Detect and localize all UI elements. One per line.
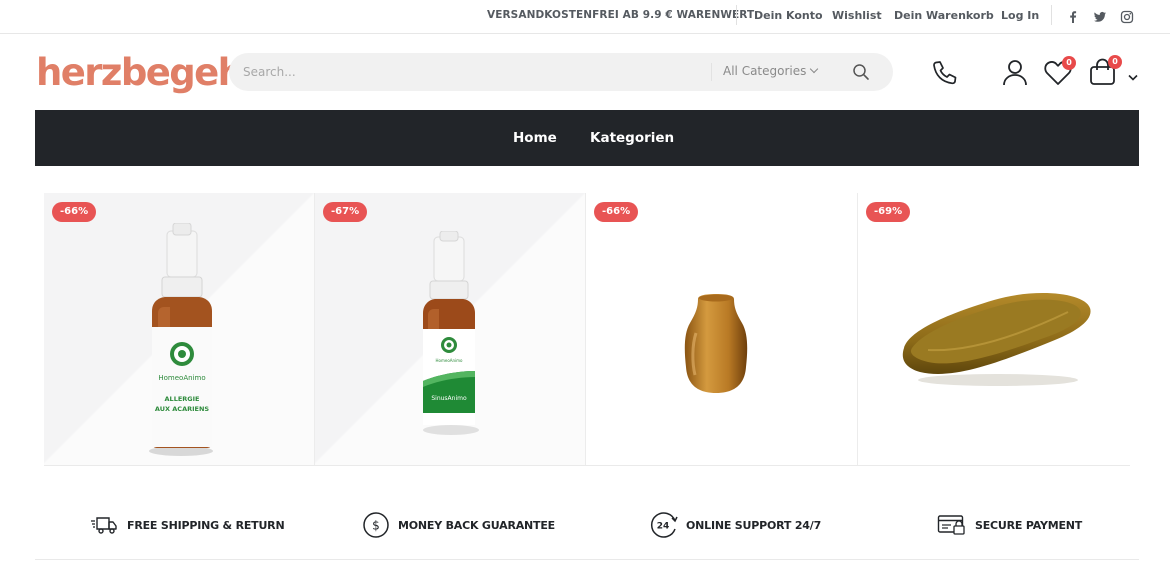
discount-badge: -66% — [594, 202, 639, 222]
main-nav: Home Kategorien — [35, 110, 1139, 166]
feature-label: SECURE PAYMENT — [975, 518, 1083, 532]
divider — [711, 63, 712, 81]
product-label-line: ALLERGIE — [165, 395, 200, 403]
feature-label: MONEY BACK GUARANTEE — [398, 518, 555, 532]
feature-item: FREE SHIPPING & RETURN — [91, 512, 285, 538]
dollar-icon: $ — [363, 512, 389, 538]
search-input[interactable] — [243, 62, 693, 82]
search-bar: All Categories — [229, 53, 893, 91]
search-icon[interactable] — [851, 62, 871, 82]
product-label-name: SinusAnimo — [431, 395, 467, 402]
product-card[interactable]: -69% — [858, 193, 1130, 465]
top-bar: VERSANDKOSTENFREI AB 9.9 € WARENWERT Dei… — [0, 0, 1170, 34]
feature-item: 24 ONLINE SUPPORT 24/7 — [650, 512, 821, 538]
product-label-brand: HomeoAnimo — [436, 358, 464, 363]
phone-icon[interactable] — [930, 58, 960, 92]
discount-badge: -67% — [323, 202, 368, 222]
feature-label: ONLINE SUPPORT 24/7 — [686, 518, 822, 532]
product-label-brand: HomeoAnimo — [158, 374, 205, 382]
shipping-promo: VERSANDKOSTENFREI AB 9.9 € WARENWERT — [487, 9, 755, 21]
facebook-icon[interactable] — [1066, 9, 1080, 23]
wishlist-count-badge: 0 — [1062, 56, 1076, 70]
truck-icon — [91, 517, 117, 534]
feature-item: $ MONEY BACK GUARANTEE — [362, 512, 555, 538]
product-label-line: AUX ACARIENS — [155, 405, 210, 413]
feature-bar: FREE SHIPPING & RETURN $ MONEY BACK GUAR… — [35, 490, 1139, 560]
product-image[interactable]: HomeoAnimo ALLERGIE AUX ACARIENS — [144, 223, 219, 458]
chevron-down-icon[interactable] — [1128, 67, 1138, 86]
category-select[interactable]: All Categories — [723, 64, 819, 78]
cart-count-badge: 0 — [1108, 55, 1122, 69]
divider — [1051, 5, 1052, 25]
product-image[interactable] — [898, 288, 1098, 398]
discount-badge: -66% — [52, 202, 97, 222]
svg-text:$: $ — [372, 519, 380, 533]
divider — [736, 5, 737, 25]
cart-link[interactable]: Dein Warenkorb — [894, 9, 994, 22]
user-icon[interactable] — [1001, 58, 1029, 92]
product-card[interactable]: -67% HomeoAnimo SinusAnimo — [315, 193, 586, 465]
feature-item: SECURE PAYMENT — [937, 512, 1082, 538]
account-link[interactable]: Dein Konto — [754, 9, 823, 22]
support-24-icon: 24 — [650, 512, 678, 538]
secure-payment-icon — [937, 515, 965, 535]
category-label: All Categories — [723, 64, 807, 78]
product-image[interactable] — [682, 293, 750, 398]
svg-text:24: 24 — [657, 522, 670, 532]
wishlist-link[interactable]: Wishlist — [832, 9, 882, 22]
product-card[interactable]: -66% — [586, 193, 858, 465]
product-image[interactable]: HomeoAnimo SinusAnimo — [418, 231, 484, 436]
chevron-down-icon — [810, 64, 819, 74]
discount-badge: -69% — [866, 202, 911, 222]
feature-label: FREE SHIPPING & RETURN — [127, 518, 285, 532]
login-link[interactable]: Log In — [1001, 9, 1039, 22]
product-grid: -66% HomeoAnimo ALLERGIE AUX ACARIENS -6… — [44, 193, 1130, 466]
twitter-icon[interactable] — [1093, 9, 1107, 23]
product-card[interactable]: -66% HomeoAnimo ALLERGIE AUX ACARIENS — [44, 193, 315, 465]
nav-item-kategorien[interactable]: Kategorien — [590, 130, 674, 146]
nav-item-home[interactable]: Home — [513, 130, 557, 146]
instagram-icon[interactable] — [1120, 9, 1134, 24]
